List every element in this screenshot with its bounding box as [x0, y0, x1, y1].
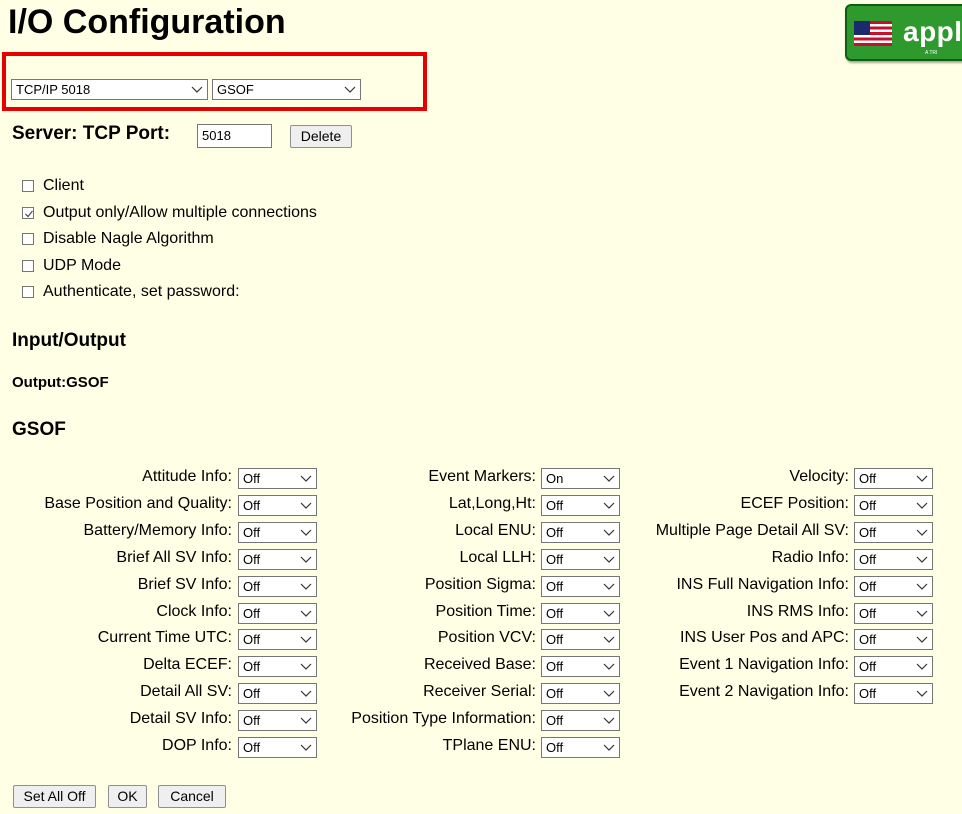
- logo-text: appl: [903, 16, 962, 47]
- checkbox[interactable]: [22, 286, 34, 298]
- chevron-down-icon: [916, 529, 928, 536]
- checkbox[interactable]: [22, 233, 34, 245]
- chevron-down-icon: [916, 556, 928, 563]
- gsof-label: INS Full Navigation Info:: [676, 576, 849, 593]
- delete-button[interactable]: Delete: [290, 125, 352, 148]
- gsof-select-value: Off: [859, 552, 877, 567]
- gsof-label: Event 2 Navigation Info:: [679, 683, 849, 700]
- format-select-value: GSOF: [217, 82, 254, 97]
- gsof-label: Velocity:: [789, 468, 849, 485]
- gsof-select-value: Off: [546, 740, 564, 755]
- set-all-off-button[interactable]: Set All Off: [13, 785, 96, 808]
- chevron-down-icon: [916, 636, 928, 643]
- us-flag-icon: [854, 21, 892, 46]
- gsof-label: Multiple Page Detail All SV:: [655, 522, 849, 539]
- logo-subtext: A TRI: [925, 50, 938, 56]
- gsof-select[interactable]: Off: [854, 603, 933, 624]
- gsof-select-value: Off: [859, 606, 877, 621]
- gsof-label: ECEF Position:: [740, 495, 849, 512]
- format-select[interactable]: GSOF: [212, 79, 361, 100]
- chevron-down-icon: [916, 610, 928, 617]
- cancel-button[interactable]: Cancel: [158, 785, 226, 808]
- gsof-heading: GSOF: [12, 419, 66, 440]
- gsof-select-value: Off: [859, 525, 877, 540]
- gsof-select[interactable]: Off: [854, 522, 933, 543]
- option-label: Output only/Allow multiple connections: [43, 204, 317, 221]
- gsof-select[interactable]: Off: [854, 495, 933, 516]
- option-label: UDP Mode: [43, 257, 121, 274]
- gsof-select-value: Off: [859, 471, 877, 486]
- gsof-select[interactable]: Off: [854, 683, 933, 704]
- chevron-down-icon: [603, 744, 615, 751]
- input-output-heading: Input/Output: [12, 330, 126, 351]
- checkbox[interactable]: [22, 207, 34, 219]
- gsof-select-value: Off: [859, 686, 877, 701]
- ok-button[interactable]: OK: [108, 785, 147, 808]
- gsof-select[interactable]: Off: [541, 737, 620, 758]
- gsof-label: INS User Pos and APC:: [680, 629, 849, 646]
- page-title: I/O Configuration: [8, 3, 286, 41]
- option-label: Authenticate, set password:: [43, 283, 240, 300]
- gsof-select-value: Off: [859, 579, 877, 594]
- gsof-label: Radio Info:: [771, 549, 849, 566]
- chevron-down-icon: [916, 663, 928, 670]
- gsof-label: INS RMS Info:: [746, 603, 849, 620]
- gsof-select[interactable]: Off: [854, 629, 933, 650]
- checkbox[interactable]: [22, 260, 34, 272]
- gsof-select-value: Off: [859, 498, 877, 513]
- gsof-label: Position Type Information:: [351, 710, 536, 727]
- port-select-value: TCP/IP 5018: [16, 82, 91, 97]
- gsof-select-value: Off: [859, 659, 877, 674]
- gsof-select[interactable]: Off: [854, 549, 933, 570]
- option-label: Client: [43, 177, 84, 194]
- gsof-select[interactable]: Off: [854, 576, 933, 597]
- server-tcp-port-label: Server: TCP Port:: [12, 123, 171, 144]
- chevron-down-icon: [916, 475, 928, 482]
- checkmark-icon: [25, 210, 34, 218]
- chevron-down-icon: [191, 86, 203, 93]
- gsof-select[interactable]: Off: [541, 710, 620, 731]
- tcp-port-input[interactable]: 5018: [197, 124, 272, 148]
- applanix-logo[interactable]: appl A TRI: [845, 4, 962, 61]
- gsof-label: TPlane ENU:: [442, 737, 536, 754]
- gsof-label: Event 1 Navigation Info:: [679, 656, 849, 673]
- chevron-down-icon: [916, 690, 928, 697]
- chevron-down-icon: [916, 502, 928, 509]
- chevron-down-icon: [916, 583, 928, 590]
- port-select[interactable]: TCP/IP 5018: [11, 79, 208, 100]
- chevron-down-icon: [344, 86, 356, 93]
- gsof-select-value: Off: [859, 632, 877, 647]
- output-label: Output:GSOF: [12, 374, 109, 391]
- gsof-select[interactable]: Off: [854, 656, 933, 677]
- option-label: Disable Nagle Algorithm: [43, 230, 214, 247]
- gsof-select-value: Off: [546, 713, 564, 728]
- gsof-select[interactable]: Off: [854, 468, 933, 489]
- chevron-down-icon: [603, 717, 615, 724]
- checkbox[interactable]: [22, 180, 34, 192]
